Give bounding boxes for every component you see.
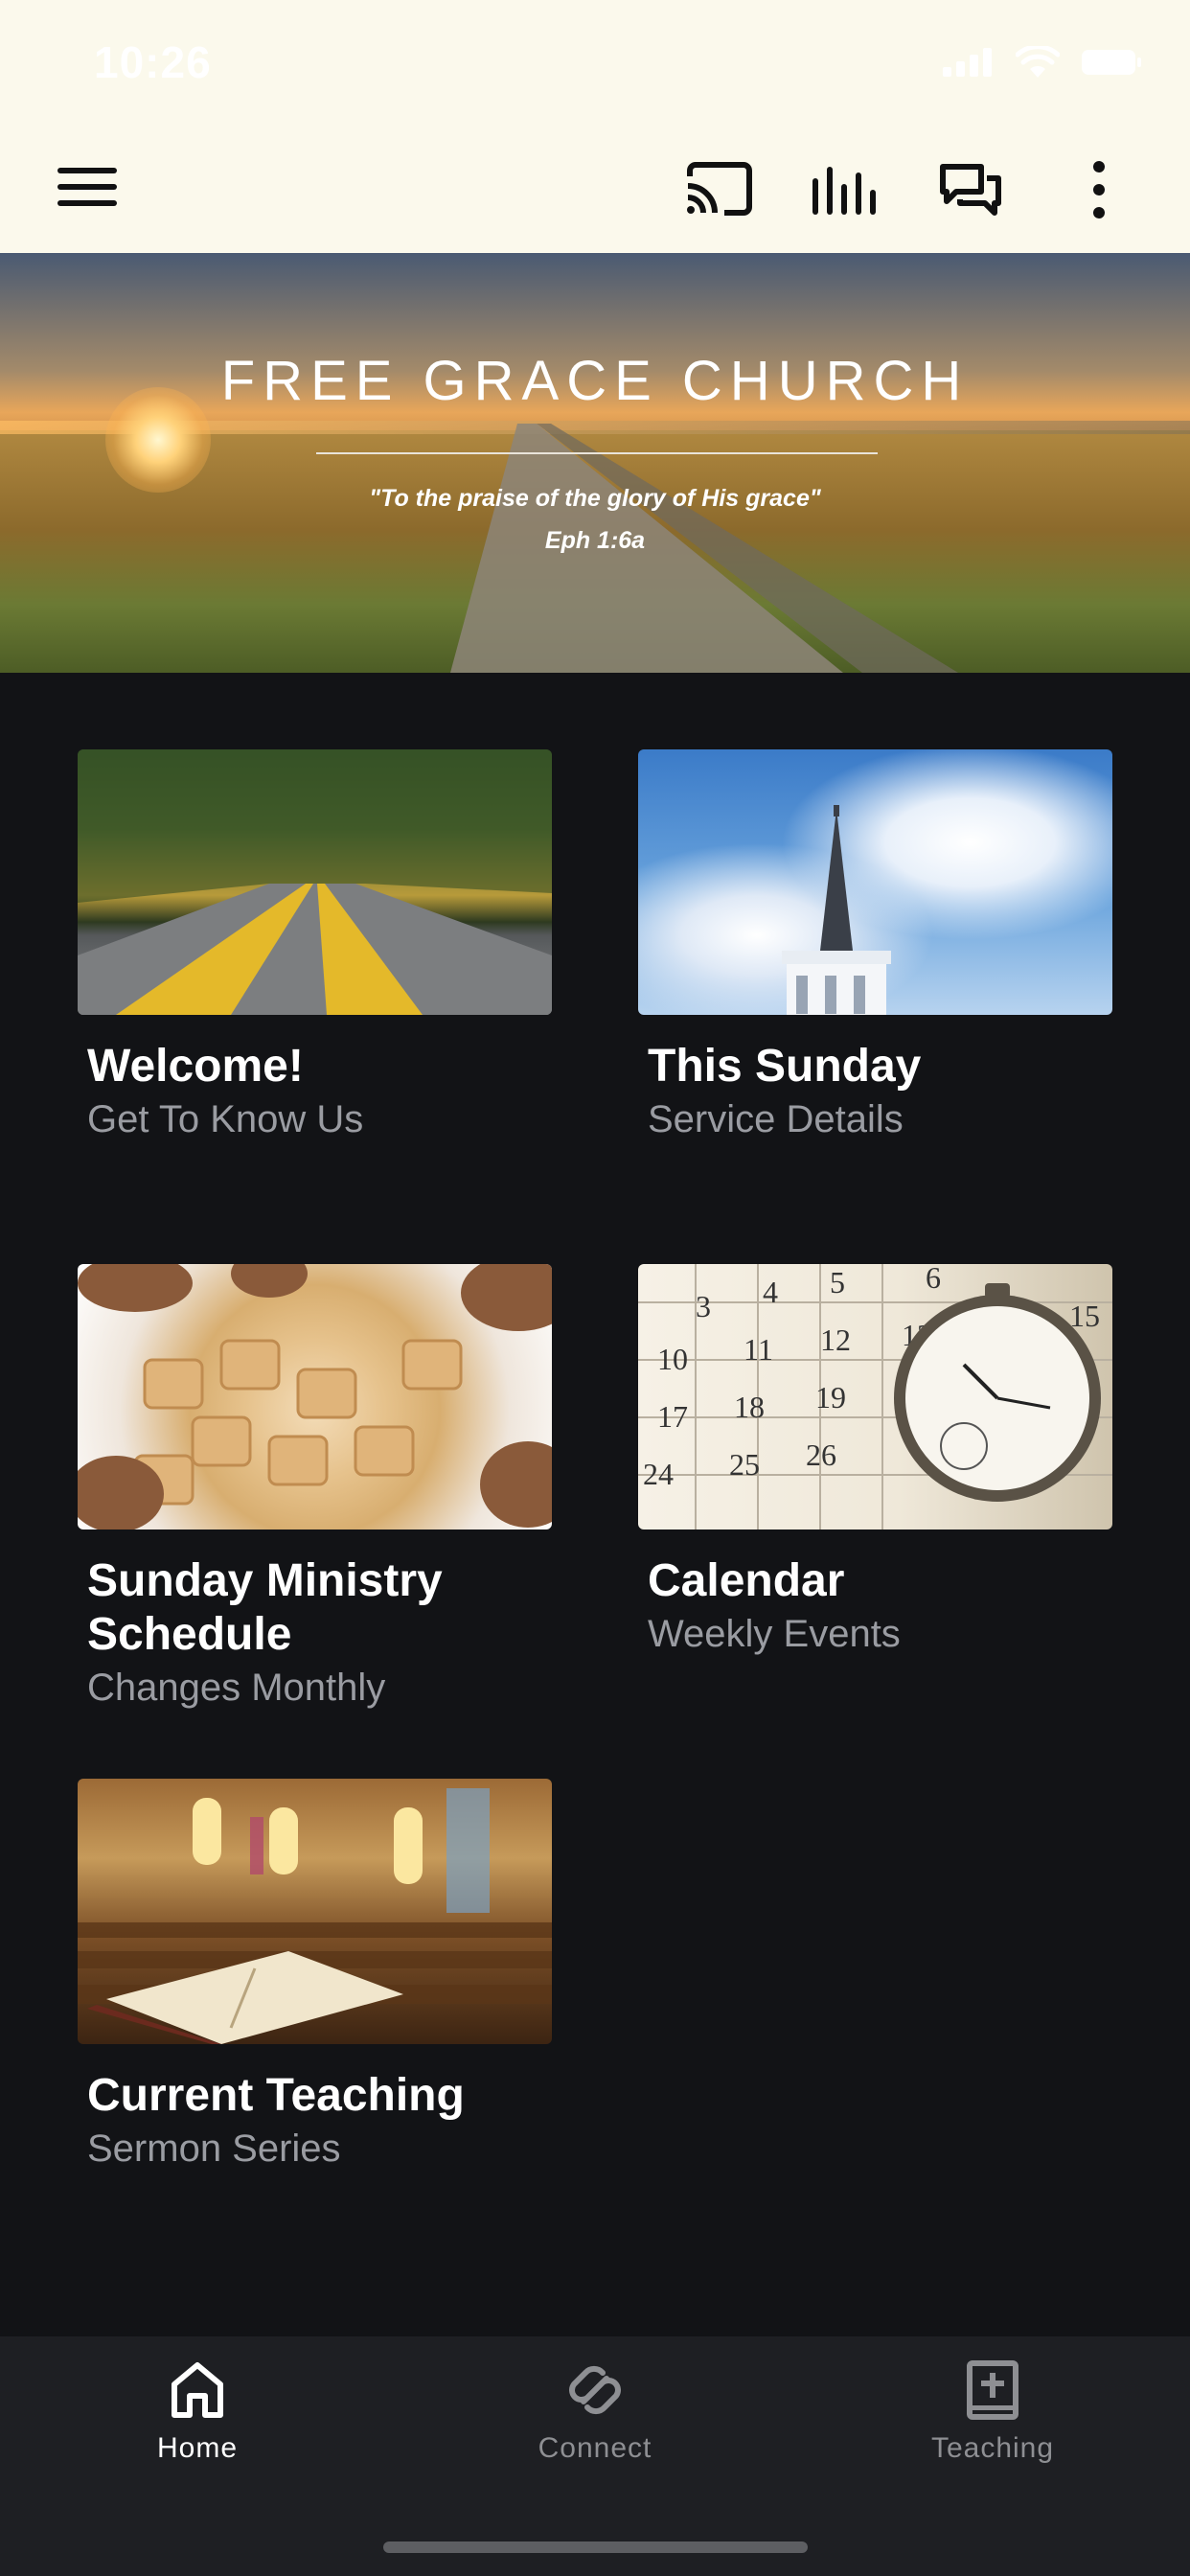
- tile-welcome[interactable]: Welcome! Get To Know Us: [78, 749, 552, 1143]
- tab-teaching[interactable]: Teaching: [868, 2359, 1117, 2465]
- status-time: 10:26: [94, 37, 212, 87]
- tile-title: Current Teaching: [87, 2070, 465, 2121]
- church-steeple-image: [638, 749, 1112, 1015]
- tile-current-teaching[interactable]: Current Teaching Sermon Series: [78, 1779, 552, 2173]
- tab-label: Teaching: [930, 2432, 1055, 2464]
- hero-divider: [316, 452, 878, 454]
- audio-button[interactable]: [811, 161, 880, 217]
- calendar-number: 17: [657, 1399, 688, 1434]
- road-forest-image: [78, 749, 552, 1015]
- tile-calendar[interactable]: 3 4 5 6 10 11 12 13 15 17 18 19 24 25 26…: [638, 1264, 1112, 1658]
- status-icons: [943, 46, 1142, 79]
- calendar-number: 18: [734, 1390, 765, 1424]
- tile-title: Calendar: [648, 1555, 845, 1606]
- hero-reference: Eph 1:6a: [544, 527, 646, 554]
- calendar-number: 10: [657, 1342, 688, 1376]
- calendar-number: 4: [763, 1275, 778, 1309]
- bible-church-image: [78, 1779, 552, 2044]
- bottom-nav: Home Connect Teaching: [0, 2336, 1190, 2576]
- tile-subtitle: Service Details: [648, 1098, 904, 1140]
- calendar-number: 24: [643, 1457, 674, 1491]
- tile-subtitle: Changes Monthly: [87, 1667, 386, 1709]
- cellular-icon: [943, 48, 992, 77]
- calendar-number: 19: [815, 1380, 846, 1414]
- tab-label: Connect: [538, 2432, 652, 2464]
- tile-subtitle: Sermon Series: [87, 2128, 341, 2170]
- connect-icon: [569, 2365, 621, 2415]
- audio-bars-icon: [812, 167, 876, 215]
- home-indicator: [383, 2542, 808, 2553]
- tile-subtitle: Weekly Events: [648, 1613, 901, 1655]
- tab-home[interactable]: Home: [73, 2359, 322, 2465]
- tile-sunday-ministry-schedule[interactable]: Sunday Ministry Schedule Changes Monthly: [78, 1264, 552, 1712]
- puzzle-hands-image: [78, 1264, 552, 1530]
- bible-icon: [967, 2360, 1018, 2420]
- app-header: 10:26: [0, 0, 1190, 253]
- calendar-number: 11: [744, 1332, 773, 1367]
- battery-icon: [1082, 50, 1141, 75]
- calendar-number: 5: [830, 1265, 845, 1300]
- chat-button[interactable]: [939, 161, 1002, 218]
- calendar-number: 6: [926, 1264, 941, 1295]
- calendar-number: 15: [1069, 1299, 1100, 1333]
- tab-label: Home: [156, 2432, 239, 2464]
- menu-icon: [57, 168, 117, 206]
- cast-button[interactable]: [684, 161, 753, 217]
- more-vertical-icon: [1093, 161, 1105, 218]
- hero-title: FREE GRACE CHURCH: [220, 350, 970, 412]
- calendar-watch-image: 3 4 5 6 10 11 12 13 15 17 18 19 24 25 26: [638, 1264, 1112, 1530]
- calendar-number: 25: [729, 1447, 760, 1482]
- calendar-number: 3: [696, 1289, 711, 1323]
- tile-title: Welcome!: [87, 1041, 304, 1092]
- tile-subtitle: Get To Know Us: [87, 1098, 364, 1140]
- home-icon: [172, 2362, 223, 2418]
- hero-quote: "To the praise of the glory of His grace…: [369, 485, 821, 512]
- tile-title: Sunday Ministry Schedule: [87, 1555, 443, 1660]
- tab-connect[interactable]: Connect: [470, 2359, 720, 2465]
- cast-icon: [687, 162, 752, 216]
- more-options-button[interactable]: [1083, 159, 1115, 220]
- chat-icon: [940, 164, 1001, 216]
- hero-banner: FREE GRACE CHURCH "To the praise of the …: [0, 253, 1190, 673]
- calendar-number: 12: [820, 1322, 851, 1357]
- tile-title: This Sunday: [648, 1041, 922, 1092]
- calendar-number: 26: [806, 1438, 836, 1472]
- menu-button[interactable]: [54, 163, 121, 211]
- tile-this-sunday[interactable]: This Sunday Service Details: [638, 749, 1112, 1143]
- wifi-icon: [1016, 46, 1060, 78]
